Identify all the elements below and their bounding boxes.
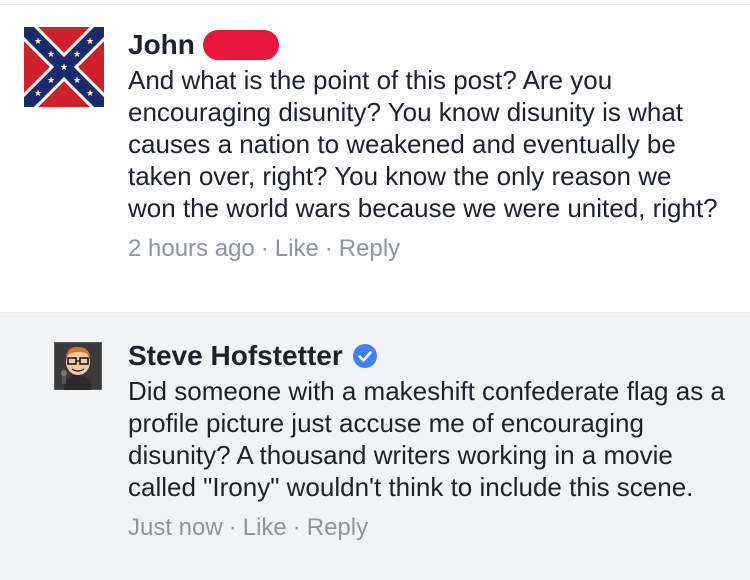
svg-text:★: ★: [60, 63, 68, 73]
svg-text:★: ★: [34, 89, 42, 99]
svg-text:★: ★: [73, 50, 81, 60]
svg-text:★: ★: [86, 89, 94, 99]
comment-steve-hofstetter: Steve Hofstetter Did someone with a make…: [0, 312, 750, 580]
timestamp[interactable]: 2 hours ago: [128, 235, 255, 262]
redaction-mark: [202, 30, 279, 60]
separator-dot: ·: [228, 514, 237, 541]
comment-john: ★ ★ ★ ★ ★ ★ ★ ★ ★ John And what is the point…: [0, 5, 750, 312]
avatar[interactable]: ★ ★ ★ ★ ★ ★ ★ ★ ★: [16, 19, 112, 115]
svg-text:★: ★: [86, 37, 94, 47]
svg-text:★: ★: [47, 50, 55, 60]
separator-dot: ·: [324, 235, 333, 262]
author-name[interactable]: John: [128, 28, 195, 62]
reply-button[interactable]: Reply: [307, 514, 368, 541]
svg-text:★: ★: [73, 76, 81, 86]
cartoon-man-avatar-icon: [53, 341, 103, 391]
comment-text: And what is the point of this post? Are …: [128, 65, 718, 223]
timestamp[interactable]: Just now: [128, 514, 223, 541]
comment-actions: Just now · Like · Reply: [128, 513, 728, 543]
author-name[interactable]: Steve Hofstetter: [128, 339, 343, 373]
avatar[interactable]: [53, 341, 103, 391]
separator-dot: ·: [292, 514, 301, 541]
comment-actions: 2 hours ago · Like · Reply: [128, 234, 718, 264]
confederate-flag-avatar-icon: ★ ★ ★ ★ ★ ★ ★ ★ ★: [16, 19, 112, 115]
comment-text: Did someone with a makeshift confederate…: [128, 376, 725, 502]
like-button[interactable]: Like: [275, 235, 319, 262]
reply-button[interactable]: Reply: [339, 235, 400, 262]
svg-text:★: ★: [47, 76, 55, 86]
svg-text:★: ★: [34, 37, 42, 47]
separator-dot: ·: [260, 235, 269, 262]
like-button[interactable]: Like: [243, 514, 287, 541]
verified-badge-icon: [352, 344, 377, 368]
